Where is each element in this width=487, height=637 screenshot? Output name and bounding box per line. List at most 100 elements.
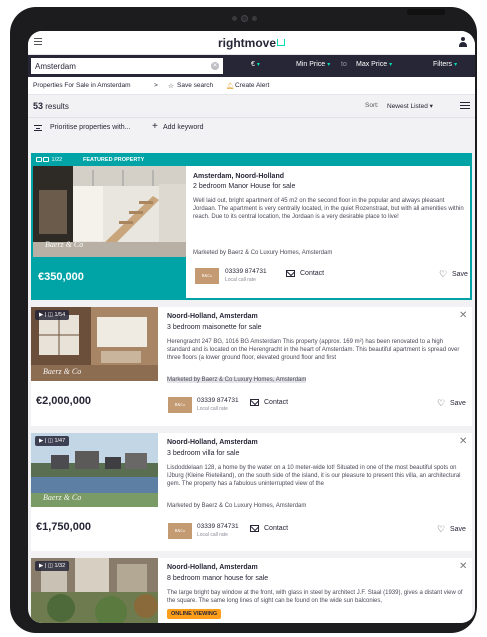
heart-icon[interactable]: ♡ [439,270,447,279]
results-bar: 53 results Sort: Newest Listed ▾ [28,95,475,117]
listing-title[interactable]: Noord-Holland, Amsterdam [167,439,258,446]
currency-select[interactable]: € ▾ [251,61,260,68]
listing-description: Well laid out, bright apartment of 45 m2… [193,198,464,221]
featured-listing-card[interactable]: 1/22 FEATURED PROPERTY Baerz & Co €350,0… [31,153,472,300]
listing-subtitle: 3 bedroom maisonette for sale [167,324,262,331]
heart-icon[interactable]: ♡ [437,399,445,408]
camera-icon [241,15,248,22]
sort-value: Newest Listed [387,103,428,110]
photo-count: 1/54 [54,312,66,318]
list-view-icon[interactable] [460,102,470,109]
listing-description: Lisdoddelaan 128, a home by the water on… [167,465,461,488]
min-price-select[interactable]: Min Price ▾ [296,61,330,68]
close-icon[interactable]: ✕ [459,310,467,321]
online-viewing-badge: ONLINE VIEWING [167,609,222,619]
listing-subtitle: 3 bedroom villa for sale [167,450,240,457]
results-number: 53 [33,101,44,111]
listing-title[interactable]: Amsterdam, Noord-Holland [193,173,284,180]
featured-strip: 1/22 FEATURED PROPERTY [33,155,470,166]
sort-label: Sort: [365,102,379,109]
plus-icon: + [152,121,158,132]
agent-phone[interactable]: 03339 874731 [225,268,267,275]
price-box: €350,000 [33,257,186,300]
photo-count: 1/32 [54,563,66,569]
contact-button[interactable]: Contact [264,399,288,406]
listing-photo[interactable]: ▶ | ◫ 1/32 [31,558,158,623]
photo-watermark: Baerz & Co [43,493,82,502]
save-search-button[interactable]: Save search [177,82,213,89]
app-screen: rightmove ✕ €▾ Min Price▾ to Max Price▾ … [28,31,475,623]
star-icon: ☆ [168,83,174,90]
phone-note: Local call rate [197,532,228,538]
search-bar: ✕ €▾ Min Price▾ to Max Price▾ Filters▾ [28,55,475,77]
results-label: results [45,102,69,111]
add-keyword-button[interactable]: Add keyword [163,124,203,131]
max-price-select[interactable]: Max Price ▾ [356,61,392,68]
contact-button[interactable]: Contact [264,525,288,532]
chevron-down-icon: ▾ [454,62,458,68]
phone-note: Local call rate [197,406,228,412]
listing-title[interactable]: Noord-Holland, Amsterdam [167,313,258,320]
max-price-label: Max Price [356,61,388,68]
close-icon[interactable]: ✕ [459,436,467,447]
chevron-down-icon: ▾ [389,62,393,68]
breadcrumb-link[interactable]: Properties For Sale in Amsterdam [33,82,131,89]
filters-label: Filters [433,61,453,68]
mail-icon [286,270,295,277]
sensor-dot [252,16,257,21]
sort-select[interactable]: Newest Listed ▾ [387,102,433,110]
min-price-label: Min Price [296,61,326,68]
top-bar: rightmove [28,31,475,55]
listing-description: The large bright bay window at the front… [167,590,463,605]
keyword-bar: Prioritise properties with... + Add keyw… [28,117,475,137]
mail-icon [250,525,259,532]
save-button[interactable]: Save [452,271,468,278]
logo-text: rightmove [217,36,276,50]
prioritise-dropdown[interactable]: Prioritise properties with... [50,124,131,131]
listing-agent: Marketed by Baerz & Co Luxury Homes, Ams… [193,250,333,256]
results-count: 53 results [33,101,69,111]
location-search-input[interactable] [31,58,223,74]
listing-price: €350,000 [38,271,84,283]
listing-photo[interactable]: ▶ | ◫ 1/47 Baerz & Co [31,433,158,507]
filter-icon [34,125,42,131]
agent-logo[interactable]: B&Co [195,268,219,284]
tablet-power-button [407,9,445,15]
listing-price: €2,000,000 [36,395,92,407]
photo-watermark: Baerz & Co [43,367,82,376]
agent-phone[interactable]: 03339 874731 [197,397,239,404]
listing-photo[interactable]: Baerz & Co [33,166,186,257]
agent-logo[interactable]: B&Co [168,397,192,413]
chevron-down-icon: ▾ [327,62,331,68]
save-button[interactable]: Save [450,526,466,533]
agent-logo[interactable]: B&Co [168,523,192,539]
sensor-dot [232,16,237,21]
chevron-down-icon: ▾ [256,62,260,68]
save-button[interactable]: Save [450,400,466,407]
listing-subtitle: 8 bedroom manor house for sale [167,575,269,582]
listing-agent: Marketed by Baerz & Co Luxury Homes, Ams… [167,377,307,383]
site-logo[interactable]: rightmove [28,36,475,50]
photo-count-badge: 1/22 [36,157,62,163]
listing-price: €1,750,000 [36,521,92,533]
price-to-label: to [341,61,347,68]
create-alert-button[interactable]: Create Alert [235,82,269,89]
contact-button[interactable]: Contact [300,270,324,277]
bell-icon: 🔔︎ [226,83,235,90]
listing-card[interactable]: ▶ | ◫ 1/32 ✕ Noord-Holland, Amsterdam 8 … [31,558,472,623]
filters-button[interactable]: Filters ▾ [433,61,457,68]
tablet-frame: rightmove ✕ €▾ Min Price▾ to Max Price▾ … [10,7,477,633]
listing-photo[interactable]: ▶ | ◫ 1/54 Baerz & Co [31,307,158,381]
photo-count-badge: ▶ | ◫ 1/54 [35,310,70,320]
photo-count: 1/47 [54,438,66,444]
listing-title[interactable]: Noord-Holland, Amsterdam [167,564,258,571]
listing-card[interactable]: ▶ | ◫ 1/54 Baerz & Co €2,000,000 ✕ Noord… [31,307,472,426]
photo-count-badge: ▶ | ◫ 1/32 [35,561,70,571]
listing-card[interactable]: ▶ | ◫ 1/47 Baerz & Co €1,750,000 ✕ Noord… [31,433,472,551]
clear-search-icon[interactable]: ✕ [211,62,219,70]
close-icon[interactable]: ✕ [459,561,467,572]
agent-phone[interactable]: 03339 874731 [197,523,239,530]
photo-count: 1/22 [51,157,63,163]
user-account-icon[interactable] [459,37,467,47]
heart-icon[interactable]: ♡ [437,525,445,534]
